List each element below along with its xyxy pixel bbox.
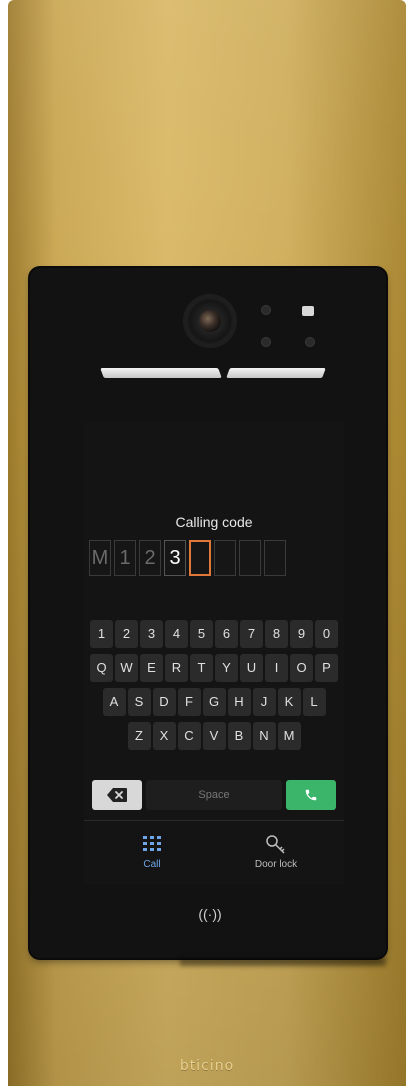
key[interactable]: X [152, 722, 176, 750]
keyboard-row-zxcv: Z X C V B N M [84, 722, 344, 750]
key[interactable]: Q [90, 654, 113, 682]
key[interactable]: E [140, 654, 163, 682]
tab-door-lock[interactable]: Door lock [226, 833, 326, 870]
key[interactable]: G [202, 688, 226, 716]
key[interactable]: 0 [315, 620, 338, 648]
keyboard-action-row: Space [92, 780, 336, 810]
tab-call-label: Call [143, 859, 161, 870]
tab-call[interactable]: Call [102, 833, 202, 870]
key[interactable]: K [277, 688, 301, 716]
keyboard-row-digits: 1 2 3 4 5 6 7 8 9 0 [84, 620, 344, 648]
code-box: 1 [114, 540, 136, 576]
key[interactable]: H [227, 688, 251, 716]
keypad-icon [143, 836, 161, 851]
key[interactable]: C [177, 722, 201, 750]
light-bar-left [100, 368, 222, 378]
calling-code-title: Calling code [175, 514, 253, 530]
phone-icon [305, 789, 317, 801]
tab-door-lock-label: Door lock [254, 859, 298, 870]
code-box-cursor [189, 540, 211, 576]
code-box [264, 540, 286, 576]
key[interactable]: W [115, 654, 138, 682]
nfc-reader-icon: ((·)) [198, 906, 222, 922]
key[interactable]: A [102, 688, 126, 716]
key[interactable]: P [315, 654, 338, 682]
code-box: 3 [164, 540, 186, 576]
status-led [302, 306, 314, 316]
keyboard-row-qwerty: Q W E R T Y U I O P [84, 654, 344, 682]
key[interactable]: 4 [165, 620, 188, 648]
key[interactable]: B [227, 722, 251, 750]
brand-logo: bticino [179, 1058, 235, 1074]
key[interactable]: D [152, 688, 176, 716]
camera-lens [199, 310, 221, 332]
code-box [214, 540, 236, 576]
key[interactable]: O [290, 654, 313, 682]
key[interactable]: 8 [265, 620, 288, 648]
code-input[interactable]: M 1 2 3 [89, 540, 286, 576]
key[interactable]: R [165, 654, 188, 682]
sensor-top [262, 306, 270, 314]
sensor-bottom-right [306, 338, 314, 346]
code-box: 2 [139, 540, 161, 576]
code-box: M [89, 540, 111, 576]
key[interactable]: L [302, 688, 326, 716]
key[interactable]: M [277, 722, 301, 750]
light-bar-right [226, 368, 326, 378]
key[interactable]: 7 [240, 620, 263, 648]
key[interactable]: 1 [90, 620, 113, 648]
key[interactable]: 6 [215, 620, 238, 648]
bottom-tab-bar: Call Door lock [84, 820, 344, 885]
key[interactable]: Z [127, 722, 151, 750]
sensor-bottom-left [262, 338, 270, 346]
key[interactable]: U [240, 654, 263, 682]
touch-screen: Calling code M 1 2 3 1 2 3 4 5 6 7 8 9 0… [84, 422, 344, 884]
keyboard-row-asdf: A S D F G H J K L [84, 688, 344, 716]
key[interactable]: Y [215, 654, 238, 682]
code-box [239, 540, 261, 576]
backspace-button[interactable] [92, 780, 142, 810]
key[interactable]: I [265, 654, 288, 682]
key[interactable]: T [190, 654, 213, 682]
key[interactable]: 9 [290, 620, 313, 648]
panel-shadow [180, 958, 386, 966]
key[interactable]: 2 [115, 620, 138, 648]
key[interactable]: S [127, 688, 151, 716]
key-icon [266, 835, 285, 854]
keyboard: 1 2 3 4 5 6 7 8 9 0 Q W E R T Y U I O P … [84, 620, 344, 756]
call-button[interactable] [286, 780, 336, 810]
space-key[interactable]: Space [146, 780, 282, 810]
key[interactable]: N [252, 722, 276, 750]
key[interactable]: 3 [140, 620, 163, 648]
key[interactable]: 5 [190, 620, 213, 648]
key[interactable]: J [252, 688, 276, 716]
key[interactable]: V [202, 722, 226, 750]
backspace-icon [107, 788, 127, 802]
key[interactable]: F [177, 688, 201, 716]
